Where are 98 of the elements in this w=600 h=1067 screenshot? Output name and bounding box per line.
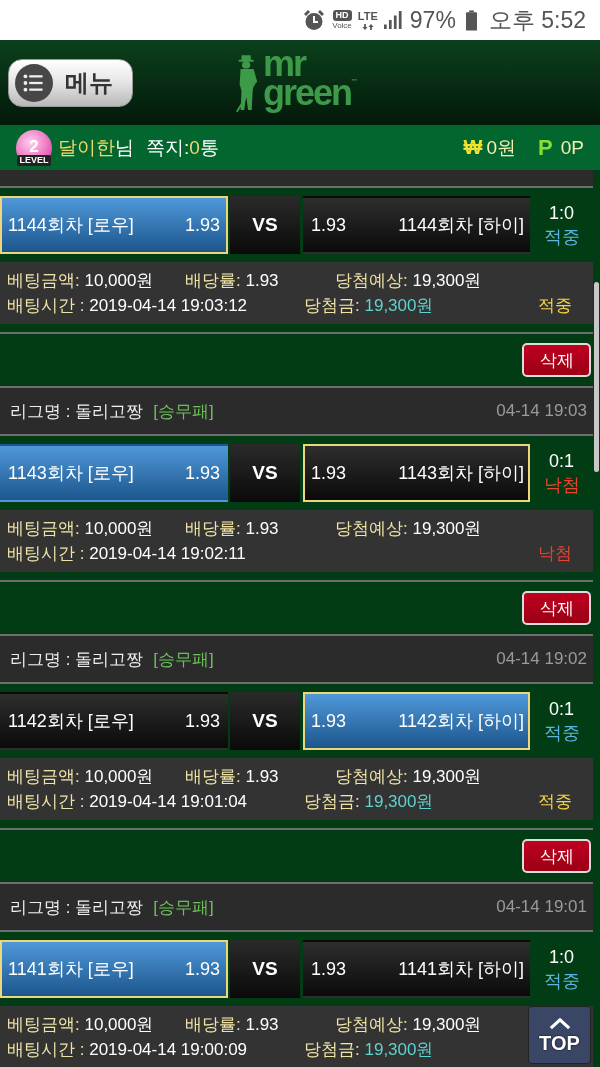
result-label: 적중	[543, 228, 580, 246]
match-score: 1:0	[549, 204, 574, 222]
match-time: 04-14 19:03	[496, 401, 587, 421]
level-number: 2	[29, 137, 39, 155]
detail-label: 당첨예상:	[335, 271, 408, 290]
detail-value: 1.93	[245, 767, 279, 786]
detail-label: 배팅시간 :	[7, 296, 85, 315]
delete-button[interactable]: 삭제	[522, 591, 591, 625]
detail-value: 10,000원	[84, 767, 154, 786]
detail-label: 배팅시간 :	[7, 792, 85, 811]
detail-value: 10,000원	[84, 1015, 154, 1034]
match-score: 0:1	[549, 700, 574, 718]
detail-label: 당첨금:	[304, 296, 360, 315]
detail-value: 10,000원	[84, 271, 154, 290]
versus-label: VS	[230, 444, 300, 502]
detail-label: 배팅시간 :	[7, 1040, 85, 1059]
bet-option[interactable]: 1144회차 [로우] 1.93	[0, 196, 228, 254]
clock-time: 오후 5:52	[488, 5, 586, 35]
bet-type-tag: [승무패]	[153, 647, 214, 671]
detail-label: 당첨예상:	[335, 519, 408, 538]
detail-label: 베팅금액:	[7, 767, 80, 786]
payout-value: 19,300원	[364, 296, 434, 315]
bet-option[interactable]: 1.93 1142회차 [하이]	[303, 692, 530, 750]
detail-value: 19,300원	[412, 519, 482, 538]
points-symbol: P	[538, 134, 553, 161]
payout-value: 19,300원	[364, 792, 434, 811]
result-label: 적중	[543, 972, 580, 990]
scrollbar-thumb[interactable]	[594, 282, 599, 472]
league-name: 리그명 : 돌리고짱	[10, 400, 144, 423]
detail-label: 당첨금:	[304, 792, 360, 811]
scroll-top-button[interactable]: TOP	[528, 1006, 591, 1064]
bet-option[interactable]: 1.93 1141회차 [하이]	[303, 940, 530, 998]
bet-option[interactable]: 1143회차 [로우] 1.93	[0, 444, 228, 502]
match-score: 0:1	[549, 452, 574, 470]
message-count[interactable]: 0	[189, 136, 200, 159]
detail-value: 19,300원	[412, 767, 482, 786]
delete-button[interactable]: 삭제	[522, 839, 591, 873]
detail-label: 당첨예상:	[335, 767, 408, 786]
points-balance: 0P	[560, 136, 584, 159]
battery-percent: 97%	[409, 6, 456, 34]
detail-value: 19,300원	[412, 1015, 482, 1034]
versus-label: VS	[230, 692, 300, 750]
detail-value: 2019-04-14 19:01:04	[89, 792, 248, 811]
detail-label: 배팅시간 :	[7, 544, 85, 563]
detail-value: 10,000원	[84, 519, 154, 538]
bet-option[interactable]: 1.93 1144회차 [하이]	[303, 196, 530, 254]
cash-balance: 0원	[486, 135, 517, 160]
detail-label: 배당률:	[185, 519, 241, 538]
battery-icon	[465, 9, 477, 31]
detail-label: 베팅금액:	[7, 519, 80, 538]
data-arrows-icon	[361, 23, 374, 30]
versus-label: VS	[230, 196, 300, 254]
detail-label: 베팅금액:	[7, 1015, 80, 1034]
detail-value: 1.93	[245, 519, 279, 538]
lte-label: LTE	[357, 10, 378, 22]
match-time: 04-14 19:01	[496, 897, 587, 917]
detail-label: 배당률:	[185, 271, 241, 290]
message-unit: 통	[199, 135, 219, 160]
bet-status: 적중	[538, 295, 572, 317]
result-label: 낙첨	[543, 476, 580, 494]
bet-type-tag: [승무패]	[153, 399, 214, 423]
detail-value: 2019-04-14 19:02:11	[89, 544, 246, 563]
detail-value: 2019-04-14 19:00:09	[89, 1040, 248, 1059]
detail-value: 1.93	[245, 271, 279, 290]
detail-label: 당첨금:	[304, 1040, 360, 1059]
payout-value: 19,300원	[364, 1040, 434, 1059]
bet-type-tag: [승무패]	[153, 895, 214, 919]
match-score: 1:0	[549, 948, 574, 966]
currency-symbol: ₩	[463, 136, 483, 159]
hd-badge: HD	[332, 10, 352, 21]
bet-status: 적중	[538, 791, 572, 813]
detail-label: 당첨예상:	[335, 1015, 408, 1034]
alarm-clock-icon	[302, 8, 327, 32]
detail-label: 배당률:	[185, 767, 241, 786]
bet-option[interactable]: 1141회차 [로우] 1.93	[0, 940, 228, 998]
detail-label: 배당률:	[185, 1015, 241, 1034]
honorific-suffix: 님	[115, 135, 134, 160]
detail-value: 1.93	[245, 1015, 279, 1034]
chevron-up-icon	[548, 1017, 571, 1030]
result-label: 적중	[543, 724, 580, 742]
match-time: 04-14 19:02	[496, 649, 587, 669]
menu-icon	[15, 63, 53, 102]
detail-label: 베팅금액:	[7, 271, 80, 290]
bet-option[interactable]: 1142회차 [로우] 1.93	[0, 692, 228, 750]
user-nickname: 달이한	[58, 135, 115, 160]
voice-label: Voice	[332, 22, 352, 30]
detail-value: 2019-04-14 19:03:12	[89, 296, 248, 315]
detail-value: 19,300원	[412, 271, 482, 290]
menu-button[interactable]: 메뉴	[8, 58, 133, 107]
message-label[interactable]: 쪽지:	[146, 134, 190, 161]
league-name: 리그명 : 돌리고짱	[10, 648, 144, 671]
delete-button[interactable]: 삭제	[522, 343, 591, 377]
league-name: 리그명 : 돌리고짱	[10, 896, 144, 919]
bet-option[interactable]: 1.93 1143회차 [하이]	[303, 444, 530, 502]
signal-icon	[383, 11, 402, 29]
versus-label: VS	[230, 940, 300, 998]
level-caption: LEVEL	[17, 154, 51, 166]
bet-status: 낙첨	[538, 543, 572, 565]
